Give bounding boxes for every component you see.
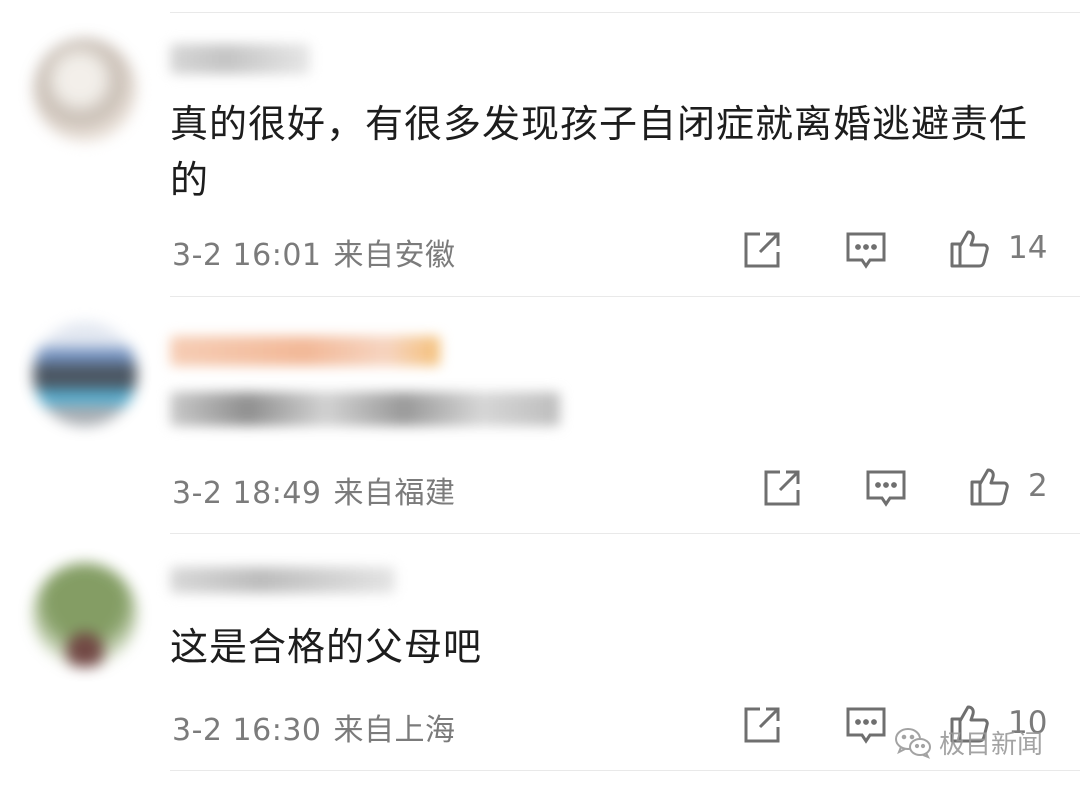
comment-location: 来自福建 [333, 476, 456, 511]
comment-meta: 3-2 16:30 来自上海 [172, 705, 456, 749]
share-button[interactable] [740, 228, 784, 272]
comment-location: 来自安徽 [333, 238, 456, 273]
share-button[interactable] [760, 466, 804, 510]
comment-item: 3-2 18:49 来自福建 2 [0, 296, 1080, 533]
comment-meta: 3-2 18:49 来自福建 [172, 468, 456, 512]
reply-button[interactable] [844, 228, 888, 272]
like-button[interactable] [948, 226, 992, 270]
share-button[interactable] [740, 703, 784, 747]
wechat-icon [895, 727, 931, 759]
comment-text: 真的很好，有很多发现孩子自闭症就离婚逃避责任的 [170, 102, 1029, 202]
share-icon [744, 707, 780, 743]
comment-time: 3-2 16:30 [172, 713, 322, 748]
comment-icon [846, 232, 886, 269]
thumbs-up-icon [950, 230, 989, 268]
comment-icon [866, 470, 906, 507]
like-button[interactable] [968, 464, 1012, 508]
like-count: 2 [1028, 468, 1048, 504]
avatar[interactable] [33, 322, 137, 426]
share-icon [764, 470, 800, 506]
avatar[interactable] [33, 563, 137, 667]
comment-item: 真的很好，有很多发现孩子自闭症就离婚逃避责任的 3-2 16:01 来自安徽 14 [0, 0, 1080, 296]
watermark: 极目新闻 [893, 724, 1043, 761]
username-blurred[interactable] [170, 44, 310, 74]
like-count: 14 [1008, 230, 1048, 266]
comment-text-blurred [170, 392, 560, 426]
username-blurred[interactable] [170, 567, 395, 593]
share-icon [744, 232, 780, 268]
comment-time: 3-2 16:01 [172, 238, 322, 273]
comment-time: 3-2 18:49 [172, 476, 322, 511]
reply-button[interactable] [864, 466, 908, 510]
thumbs-up-icon [970, 468, 1009, 506]
watermark-text: 极目新闻 [939, 730, 1044, 760]
comment-icon [846, 707, 886, 744]
reply-button[interactable] [844, 703, 888, 747]
comment-location: 来自上海 [333, 713, 456, 748]
comment-text: 这是合格的父母吧 [170, 625, 483, 669]
divider [170, 770, 1080, 771]
comment-meta: 3-2 16:01 来自安徽 [172, 230, 456, 274]
avatar[interactable] [33, 38, 137, 142]
username-blurred[interactable] [170, 336, 440, 366]
